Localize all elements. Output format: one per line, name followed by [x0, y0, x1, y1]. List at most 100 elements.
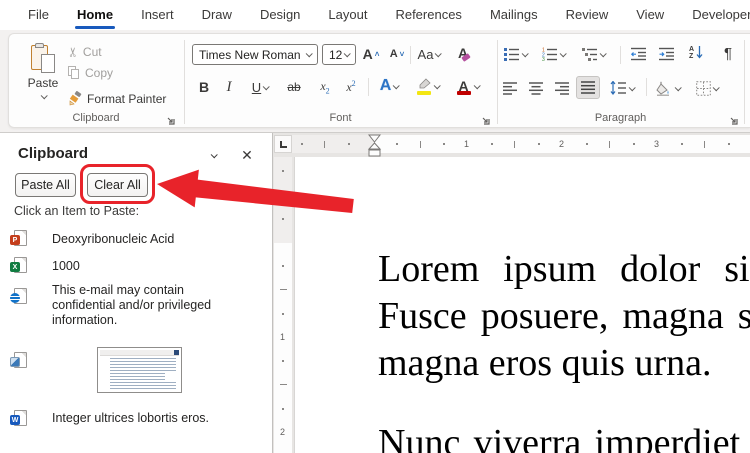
clipboard-item-icon-excel: X — [10, 257, 27, 273]
font-size-chevron-down-icon[interactable] — [343, 50, 351, 58]
underline-u: U — [251, 79, 262, 95]
clear-formatting-button[interactable]: A — [452, 42, 474, 64]
shrink-font-button[interactable]: A ˅ — [386, 44, 408, 64]
align-left-button[interactable] — [500, 79, 520, 97]
text-effects-chevron-down-icon[interactable] — [392, 81, 401, 89]
decrease-indent-button[interactable] — [628, 45, 650, 63]
highlight-color-button[interactable] — [410, 76, 444, 96]
tab-mailings[interactable]: Mailings — [476, 1, 552, 30]
multilevel-list-icon — [581, 48, 597, 61]
line-spacing-chevron-down-icon[interactable] — [628, 83, 636, 91]
justify-button[interactable] — [576, 76, 600, 99]
paragraph-dialog-launcher[interactable] — [728, 115, 740, 127]
tab-insert[interactable]: Insert — [127, 1, 188, 30]
font-dialog-launcher[interactable] — [480, 115, 492, 127]
group-divider — [744, 40, 745, 124]
hruler-3: 3 — [654, 139, 660, 149]
highlight-chevron-down-icon[interactable] — [433, 81, 441, 89]
numbering-chevron-down-icon[interactable] — [559, 49, 567, 57]
align-center-button[interactable] — [526, 79, 546, 97]
show-hide-pilcrow-button[interactable]: ¶ — [716, 43, 740, 63]
tab-references[interactable]: References — [381, 1, 475, 30]
tab-draw[interactable]: Draw — [188, 1, 246, 30]
underline-chevron-down-icon[interactable] — [262, 82, 270, 90]
underline-button[interactable]: U — [246, 78, 274, 96]
pane-chevron-down-icon[interactable] — [202, 145, 224, 165]
font-name-chevron-down-icon[interactable] — [305, 50, 313, 58]
paste-label: Paste — [27, 76, 59, 90]
paint-bucket-icon — [656, 81, 669, 96]
change-case-chevron-down-icon — [435, 49, 443, 57]
tab-layout[interactable]: Layout — [314, 1, 381, 30]
font-size-combobox[interactable]: 12 — [322, 44, 356, 65]
paste-all-button[interactable]: Paste All — [15, 173, 76, 197]
clipboard-item-powerpoint[interactable]: Deoxyribonucleic Acid — [52, 232, 230, 247]
subscript-button[interactable]: x2 — [316, 78, 334, 96]
indent-markers[interactable] — [367, 134, 382, 158]
shading-chevron-down-icon[interactable] — [674, 83, 682, 91]
font-name-combobox[interactable]: Times New Roman — [192, 44, 318, 65]
align-left-icon — [502, 81, 517, 95]
clear-all-button[interactable]: Clear All — [87, 173, 148, 197]
subscript-x2: x2 — [320, 78, 330, 96]
numbering-button[interactable]: 123 — [537, 45, 569, 63]
font-color-chevron-down-icon[interactable] — [473, 81, 481, 89]
borders-button[interactable] — [690, 78, 724, 98]
tab-file[interactable]: File — [14, 1, 63, 30]
clipboard-item-icon-email — [10, 288, 27, 304]
borders-chevron-down-icon[interactable] — [712, 83, 720, 91]
format-painter-brush-icon — [69, 91, 82, 106]
tab-developer[interactable]: Developer — [678, 1, 750, 30]
bullets-chevron-down-icon[interactable] — [521, 49, 529, 57]
decrease-indent-icon — [631, 47, 646, 61]
highlighter-icon — [416, 77, 432, 95]
pane-hint-text: Click an Item to Paste: — [14, 204, 140, 218]
text-effects-button[interactable]: A — [374, 76, 404, 96]
tab-home[interactable]: Home — [63, 1, 127, 30]
shading-button[interactable] — [652, 78, 684, 98]
format-painter-button[interactable]: Format Painter — [68, 91, 166, 106]
grow-font-button[interactable]: A ˄ — [360, 44, 382, 64]
font-group-label: Font — [329, 112, 352, 124]
justify-icon — [580, 81, 595, 94]
highlight-color-bar — [416, 90, 431, 95]
strikethrough-button[interactable]: ab — [284, 78, 304, 96]
scissors-icon: ✂ — [65, 46, 81, 58]
paste-chevron-down-icon[interactable] — [40, 92, 48, 100]
cut-button: ✂ Cut — [65, 44, 101, 60]
multilevel-list-button[interactable] — [577, 45, 609, 63]
strikethrough-ab: ab — [287, 80, 301, 94]
excel-icon: X — [10, 262, 20, 272]
superscript-button[interactable]: x2 — [342, 78, 360, 96]
document-page[interactable]: Lorem ipsum dolor sit Fusce posuere, mag… — [294, 157, 750, 453]
thumbnail-text-lines — [110, 373, 165, 380]
clipboard-item-image-thumbnail[interactable] — [97, 347, 182, 393]
clipboard-dialog-launcher[interactable] — [165, 115, 177, 127]
line-spacing-button[interactable] — [606, 78, 638, 98]
document-text-line: Fusce posuere, magna s — [378, 295, 750, 337]
clipboard-item-excel[interactable]: 1000 — [52, 259, 230, 274]
clipboard-item-email[interactable]: This e-mail may contain confidential and… — [52, 283, 230, 328]
tab-view[interactable]: View — [622, 1, 678, 30]
tab-design[interactable]: Design — [246, 1, 314, 30]
align-right-button[interactable] — [552, 79, 572, 97]
paste-button[interactable]: Paste — [20, 40, 66, 110]
font-color-bar — [456, 90, 471, 95]
clipboard-item-word[interactable]: Integer ultrices lobortis eros. — [52, 411, 230, 426]
font-color-button[interactable]: A — [450, 76, 484, 96]
powerpoint-icon: P — [10, 235, 20, 245]
tab-review[interactable]: Review — [552, 1, 623, 30]
change-case-button[interactable]: Aa — [414, 44, 444, 64]
sort-button[interactable]: AZ — [684, 43, 708, 63]
word-icon: W — [10, 415, 20, 425]
pane-close-icon[interactable]: ✕ — [236, 145, 258, 165]
tab-selector-box[interactable] — [274, 135, 292, 153]
increase-indent-button[interactable] — [656, 45, 678, 63]
italic-button[interactable]: I — [222, 78, 236, 96]
font-size-value: 12 — [329, 47, 343, 62]
bold-button[interactable]: B — [196, 78, 212, 96]
bullets-button[interactable] — [500, 45, 530, 63]
document-text-line: Lorem ipsum dolor sit — [378, 248, 750, 290]
copy-label: Copy — [85, 66, 114, 80]
multilevel-chevron-down-icon[interactable] — [599, 49, 607, 57]
